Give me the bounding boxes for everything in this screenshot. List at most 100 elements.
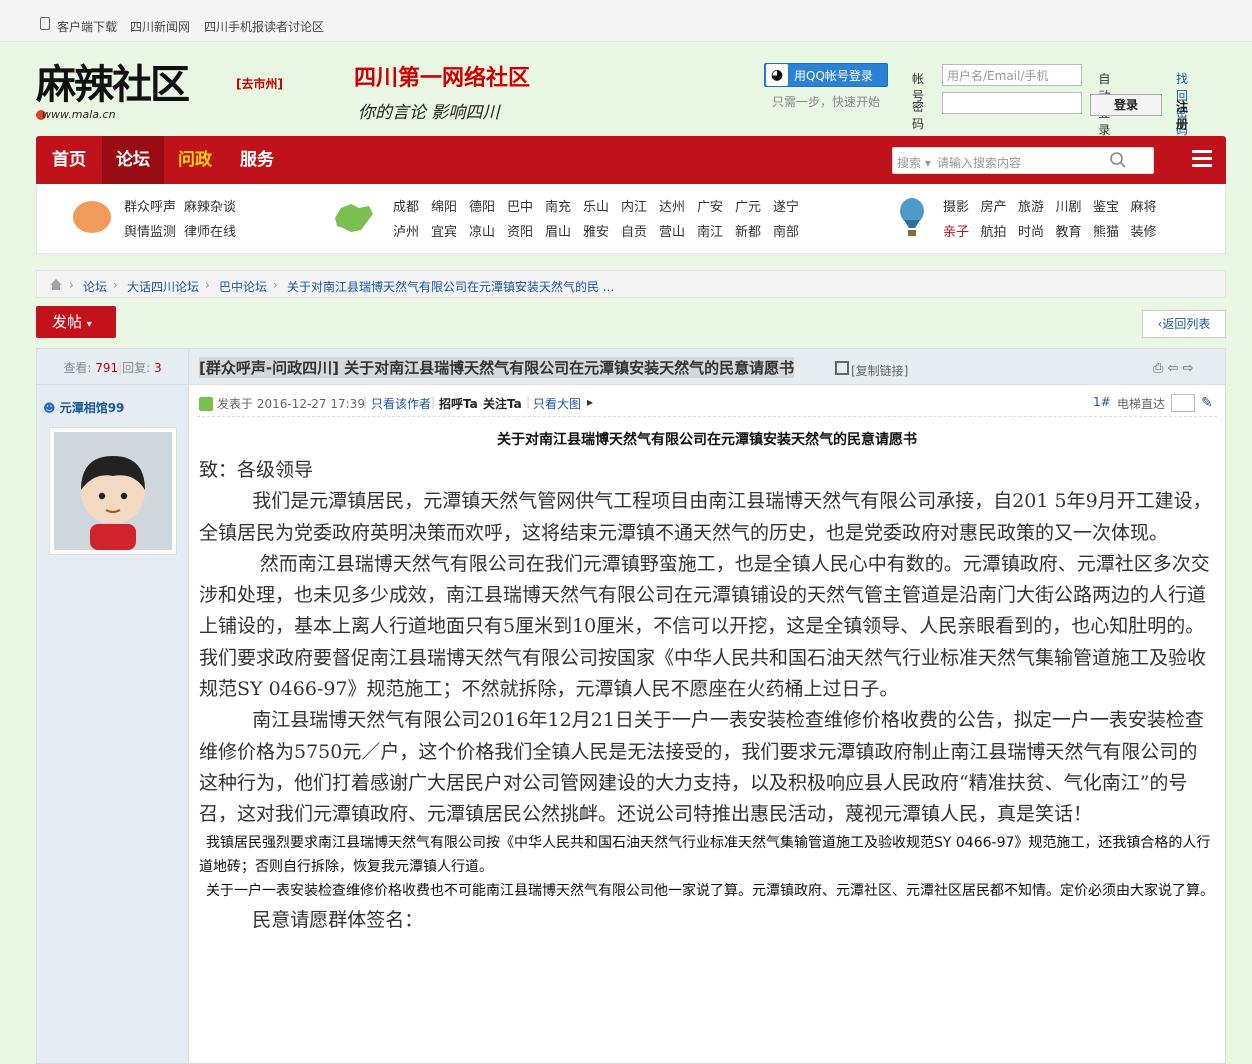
subnav-link[interactable]: 南江 [697,221,723,240]
link-lawyer[interactable]: 律师在线 [184,221,236,240]
subnav-link[interactable]: 自贡 [621,221,647,240]
link-qunzhong[interactable]: 群众呼声 [124,196,176,215]
subnav-link[interactable]: 内江 [621,196,647,215]
subnav-link[interactable]: 航拍 [981,221,1007,240]
breadcrumb-sep-icon: › [273,278,278,292]
search-type-label: 搜索 [897,156,922,170]
next-thread-icon[interactable]: ⇨ [1183,361,1194,376]
views-count: 791 [95,361,119,375]
only-author-link[interactable]: 只看该作者 [371,395,431,412]
search-input[interactable]: 请输入搜索内容 [937,154,1021,171]
account-input[interactable]: 用户名/Email/手机 [942,64,1082,86]
chevron-down-icon: ▾ [924,156,931,170]
subnav-link[interactable]: 广元 [735,196,761,215]
greet-link[interactable]: 招呼Ta [439,395,478,412]
site-logo[interactable]: 麻辣社区 www.mala.cn [36,50,208,126]
nav-forum[interactable]: 论坛 [102,136,164,184]
subnav-link[interactable]: 亲子 [943,221,969,240]
subnav-link[interactable]: 资阳 [507,221,533,240]
prev-thread-icon[interactable]: ⇦ [1168,361,1179,376]
search-box[interactable]: 搜索 ▾ 请输入搜索内容 [892,147,1154,174]
post-body: 关于对南江县瑞博天然气有限公司在元潭镇安装天然气的民意请愿书 致：各级领导 我们… [199,429,1215,936]
subnav-link[interactable]: 泸州 [393,221,419,240]
breadcrumb-sep-icon: › [205,278,210,292]
post-paragraph: 我镇居民强烈要求南江县瑞博天然气有限公司按《中华人民共和国石油天然气行业标准天然… [199,834,1211,875]
subnav-link[interactable]: 成都 [393,196,419,215]
subnav-link[interactable]: 教育 [1056,221,1082,240]
subnav-link[interactable]: 装修 [1131,221,1157,240]
subnav-link[interactable]: 新都 [735,221,761,240]
subnav-link[interactable]: 雅安 [583,221,609,240]
login-button[interactable]: 登录 [1090,94,1162,116]
back-to-list-label: 返回列表 [1162,317,1211,331]
back-to-list-button[interactable]: ‹返回列表 [1142,310,1226,338]
breadcrumb-forum[interactable]: 论坛 [83,278,107,295]
nav-wenzheng[interactable]: 问政 [164,136,226,184]
caret-right-icon[interactable]: ▸ [587,395,593,409]
views-label: 查看: [63,361,92,375]
author-name[interactable]: ☻ 元潭相馆99 [43,399,124,416]
subnav-link[interactable]: 麻将 [1131,196,1157,215]
post-meta: 发表于 2016-12-27 17:39 | 只看该作者 | 招呼Ta 关注Ta… [197,393,1217,417]
post-icon [199,397,213,411]
replies-count: 3 [154,361,162,375]
subnav-link[interactable]: 鉴宝 [1093,196,1119,215]
link-yuqing[interactable]: 舆情监测 [124,221,176,240]
home-icon[interactable] [49,278,63,291]
subnav-link[interactable]: 熊猫 [1093,221,1119,240]
qrcode-icon[interactable] [835,361,849,375]
city-switch-link[interactable]: [去市州] [236,75,283,92]
subnav-link[interactable]: 巴中 [507,196,533,215]
thread-tools: ⎙ ⇦ ⇨ [1153,361,1194,376]
chat-bubble-icon [73,201,111,233]
reader-forum-link[interactable]: 四川手机报读者讨论区 [204,18,324,35]
subnav-link[interactable]: 广安 [697,196,723,215]
subnav-link[interactable]: 凉山 [469,221,495,240]
pen-icon[interactable]: ✎ [1201,395,1213,411]
search-type-select[interactable]: 搜索 ▾ [897,154,931,171]
password-input[interactable] [942,92,1082,114]
post-body-title: 关于对南江县瑞博天然气有限公司在元潭镇安装天然气的民意请愿书 [497,432,917,448]
menu-icon[interactable] [1192,150,1212,170]
subnav-link[interactable]: 乐山 [583,196,609,215]
subnav-link[interactable]: 遂宁 [773,196,799,215]
subnav-link[interactable]: 时尚 [1018,221,1044,240]
nav-service[interactable]: 服务 [226,136,288,184]
only-big-image-link[interactable]: 只看大图 [533,395,581,412]
breadcrumb-dahua[interactable]: 大话四川论坛 [127,278,199,295]
meta-sep: | [431,395,436,409]
chevron-down-icon: ▾ [86,319,92,330]
sichuan-news-link[interactable]: 四川新闻网 [130,18,190,35]
nav-home[interactable]: 首页 [36,136,102,184]
elevator-input[interactable] [1171,394,1195,412]
breadcrumb-sep-icon: › [69,278,74,292]
subnav-link[interactable]: 眉山 [545,221,571,240]
subnav-link[interactable]: 达州 [659,196,685,215]
subnav-link[interactable]: 摄影 [943,196,969,215]
subnav-link[interactable]: 房产 [981,196,1007,215]
post-paragraph: 我们是元潭镇居民，元潭镇天然气管网供气工程项目由南江县瑞博天然气有限公司承接，自… [199,490,1212,544]
subnav-link[interactable]: 南部 [773,221,799,240]
subnav-link[interactable]: 营山 [659,221,685,240]
breadcrumb-thread[interactable]: 关于对南江县瑞博天然气有限公司在元潭镇安装天然气的民 ... [287,278,614,295]
page-wrapper: 麻辣社区 www.mala.cn [去市州] 四川第一网络社区 你的言论 影响四… [36,42,1226,1064]
post-paragraph: 关于一户一表安装检查维修价格收费也不可能南江县瑞博天然气有限公司他一家说了算。元… [206,882,1214,899]
search-icon[interactable] [1109,151,1127,169]
password-label: 密码 [912,100,925,131]
breadcrumb-bazhong[interactable]: 巴中论坛 [219,278,267,295]
qq-login-button[interactable]: ◕ 用QQ帐号登录 [764,63,888,87]
subnav-link[interactable]: 南充 [545,196,571,215]
register-link[interactable]: 注册 [1176,98,1188,132]
subnav-link[interactable]: 川剧 [1056,196,1082,215]
follow-link[interactable]: 关注Ta [483,395,522,412]
link-mala-zatan[interactable]: 麻辣杂谈 [184,196,236,215]
subnav-link[interactable]: 德阳 [469,196,495,215]
client-download-link[interactable]: 客户端下载 [57,18,117,35]
print-icon[interactable]: ⎙ [1153,361,1163,376]
subnav-link[interactable]: 绵阳 [431,196,457,215]
subnav-link[interactable]: 宜宾 [431,221,457,240]
subnav-link[interactable]: 旅游 [1018,196,1044,215]
avatar[interactable] [49,427,177,555]
copy-link[interactable]: [复制链接] [851,362,908,379]
new-post-button[interactable]: 发帖 ▾ [36,306,116,338]
